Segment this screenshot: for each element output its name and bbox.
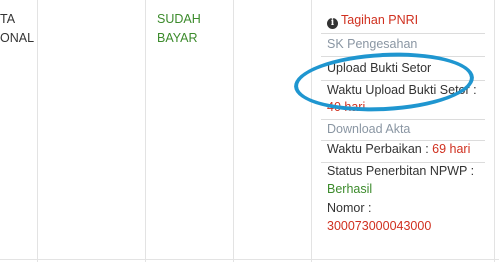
info-icon: i: [327, 18, 338, 29]
npwp-status-value: Berhasil: [327, 182, 373, 196]
waktu-perbaikan-row: Waktu Perbaikan : 69 hari: [327, 139, 491, 160]
column-divider: [494, 0, 495, 262]
waktu-perbaikan-label: Waktu Perbaikan :: [327, 142, 429, 156]
waktu-perbaikan-value: 69 hari: [432, 142, 471, 156]
payment-status-line-2: BAYAR: [157, 31, 198, 45]
tagihan-pnri-label: Tagihan PNRI: [341, 13, 419, 27]
column-divider: [233, 0, 234, 262]
sk-pengesahan-link[interactable]: SK Pengesahan: [327, 34, 491, 55]
permohonan-table: TA ONAL SUDAH BAYAR i Tagihan PNRI SK Pen…: [0, 0, 499, 262]
row-divider: [0, 259, 499, 260]
waktu-upload-value: 40 hari: [327, 100, 366, 114]
upload-bukti-setor-button[interactable]: Upload Bukti Setor: [327, 58, 491, 79]
action-separator: [321, 56, 485, 57]
column-divider: [37, 0, 38, 262]
download-akta-link[interactable]: Download Akta: [327, 119, 491, 140]
npwp-number: 300073000043000: [327, 219, 432, 233]
column-divider: [311, 0, 312, 262]
nama-cell-line-2: ONAL: [0, 31, 35, 45]
tagihan-pnri-link[interactable]: i Tagihan PNRI: [327, 10, 491, 31]
column-divider: [145, 0, 146, 262]
